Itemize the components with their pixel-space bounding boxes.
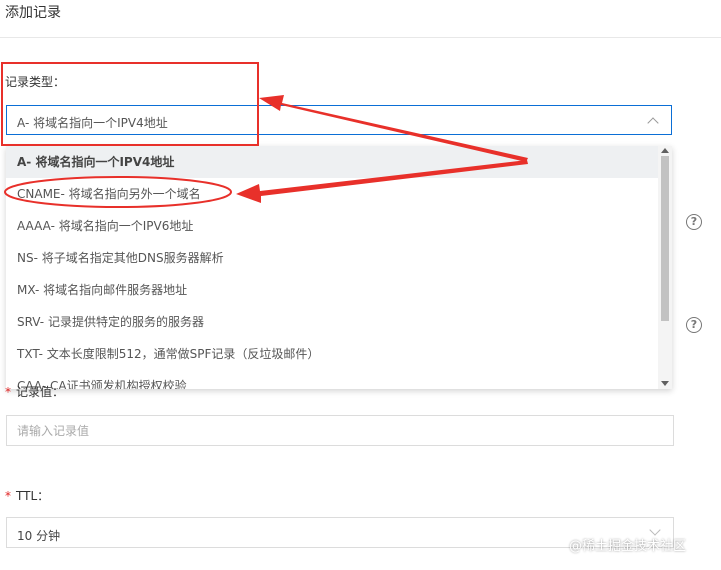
- scrollbar-thumb[interactable]: [661, 156, 669, 321]
- help-icon[interactable]: ?: [686, 214, 702, 230]
- ttl-label-text: TTL：: [16, 489, 50, 503]
- dropdown-option-mx[interactable]: MX- 将域名指向邮件服务器地址: [6, 274, 658, 306]
- scroll-up-arrow-icon[interactable]: [661, 148, 669, 153]
- dropdown-option-ns[interactable]: NS- 将子域名指定其他DNS服务器解析: [6, 242, 658, 274]
- required-mark: *: [5, 385, 11, 399]
- required-mark: *: [5, 489, 11, 503]
- record-type-select[interactable]: A- 将域名指向一个IPV4地址: [6, 105, 672, 135]
- dropdown-scrollbar[interactable]: [658, 146, 672, 389]
- dropdown-option-aaaa[interactable]: AAAA- 将域名指向一个IPV6地址: [6, 210, 658, 242]
- record-value-input[interactable]: [6, 415, 674, 446]
- record-value-label-text: 记录值：: [16, 385, 65, 399]
- record-type-dropdown: A- 将域名指向一个IPV4地址 CNAME- 将域名指向另外一个域名 AAAA…: [6, 146, 672, 389]
- scroll-down-arrow-icon[interactable]: [661, 381, 669, 386]
- chevron-down-icon: [649, 524, 661, 536]
- dropdown-option-a[interactable]: A- 将域名指向一个IPV4地址: [6, 146, 658, 178]
- dropdown-option-srv[interactable]: SRV- 记录提供特定的服务的服务器: [6, 306, 658, 338]
- dropdown-option-txt[interactable]: TXT- 文本长度限制512，通常做SPF记录（反垃圾邮件）: [6, 338, 658, 370]
- record-type-selected-value: A- 将域名指向一个IPV4地址: [17, 116, 168, 130]
- ttl-label: * TTL：: [5, 487, 49, 504]
- page-header-title: 添加记录: [5, 5, 61, 21]
- dropdown-option-caa[interactable]: CAA- CA证书颁发机构授权校验: [6, 370, 658, 389]
- ttl-selected-value: 10 分钟: [17, 529, 61, 543]
- watermark: @稀土掘金技术社区: [569, 539, 687, 554]
- record-type-label: 记录类型：: [5, 75, 66, 89]
- help-icon[interactable]: ?: [686, 317, 702, 333]
- header-divider: [0, 37, 721, 38]
- chevron-up-icon: [647, 117, 659, 129]
- dropdown-option-cname[interactable]: CNAME- 将域名指向另外一个域名: [6, 178, 658, 210]
- record-value-label: * 记录值：: [5, 383, 64, 400]
